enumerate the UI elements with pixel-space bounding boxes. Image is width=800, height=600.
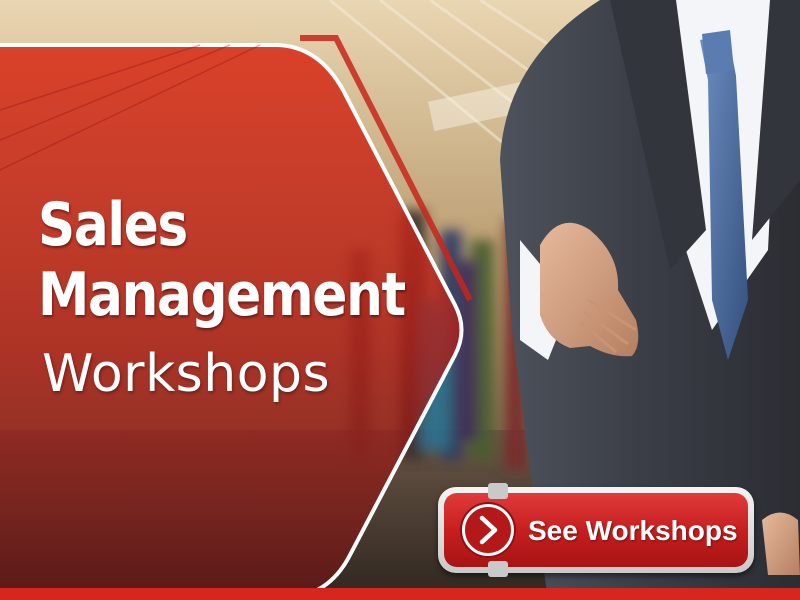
button-tab-top [488,483,508,499]
sales-workshop-banner: Sales Management Workshops See Workshops [0,0,800,600]
button-label: See Workshops [528,515,738,546]
headline-line-sales: Sales [38,190,188,260]
button-tab-bottom [488,561,508,577]
chevron-right-icon [462,504,514,556]
subheadline-workshops: Workshops [42,344,331,404]
see-workshops-button[interactable]: See Workshops [438,483,754,577]
headline-line-management: Management [38,260,406,330]
headline: Sales Management [38,190,406,330]
